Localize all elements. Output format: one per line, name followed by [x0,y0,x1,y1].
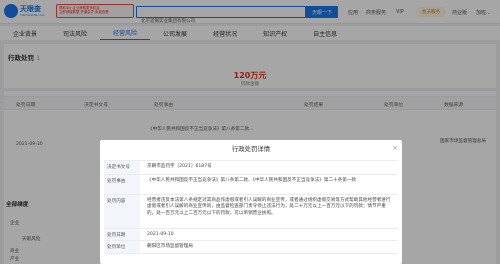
modal-title: 行政处罚详情 [231,145,271,153]
modal-row-reason: 处罚事由 《中华人民共和国反不正当竞争法》第八条第二款、《中华人民共和国反不正当… [104,174,398,194]
modal-value: 《中华人民共和国反不正当竞争法》第八条第二款、《中华人民共和国反不正当竞争法》第… [147,178,357,183]
close-icon[interactable]: × [391,144,399,152]
modal-value: 京朝市监罚字〔2021〕6187号 [147,164,212,169]
modal-key: 处罚日期 [104,229,140,240]
modal-key: 处罚事由 [104,175,140,194]
modal-value: 朝阳区市场监督管理局 [147,244,193,249]
modal-row-date: 处罚日期 2021-09-10 [104,228,398,240]
modal-value: 经营者违反本法第八条规定对其商品作虚假或者引人误解的商业宣传，或者通过组织虚假交… [147,198,391,216]
modal-row-unit: 处罚单位 朝阳区市场监督管理局 [104,240,398,254]
modal-row-doc-no: 决定书文号 京朝市监罚字〔2021〕6187号 [104,160,398,174]
modal-key: 决定书文号 [104,161,140,174]
modal-key: 处罚内容 [104,195,140,228]
modal-row-content: 处罚内容 经营者违反本法第八条规定对其商品作虚假或者引人误解的商业宣传，或者通过… [104,194,398,228]
modal-key: 处罚单位 [104,241,140,253]
